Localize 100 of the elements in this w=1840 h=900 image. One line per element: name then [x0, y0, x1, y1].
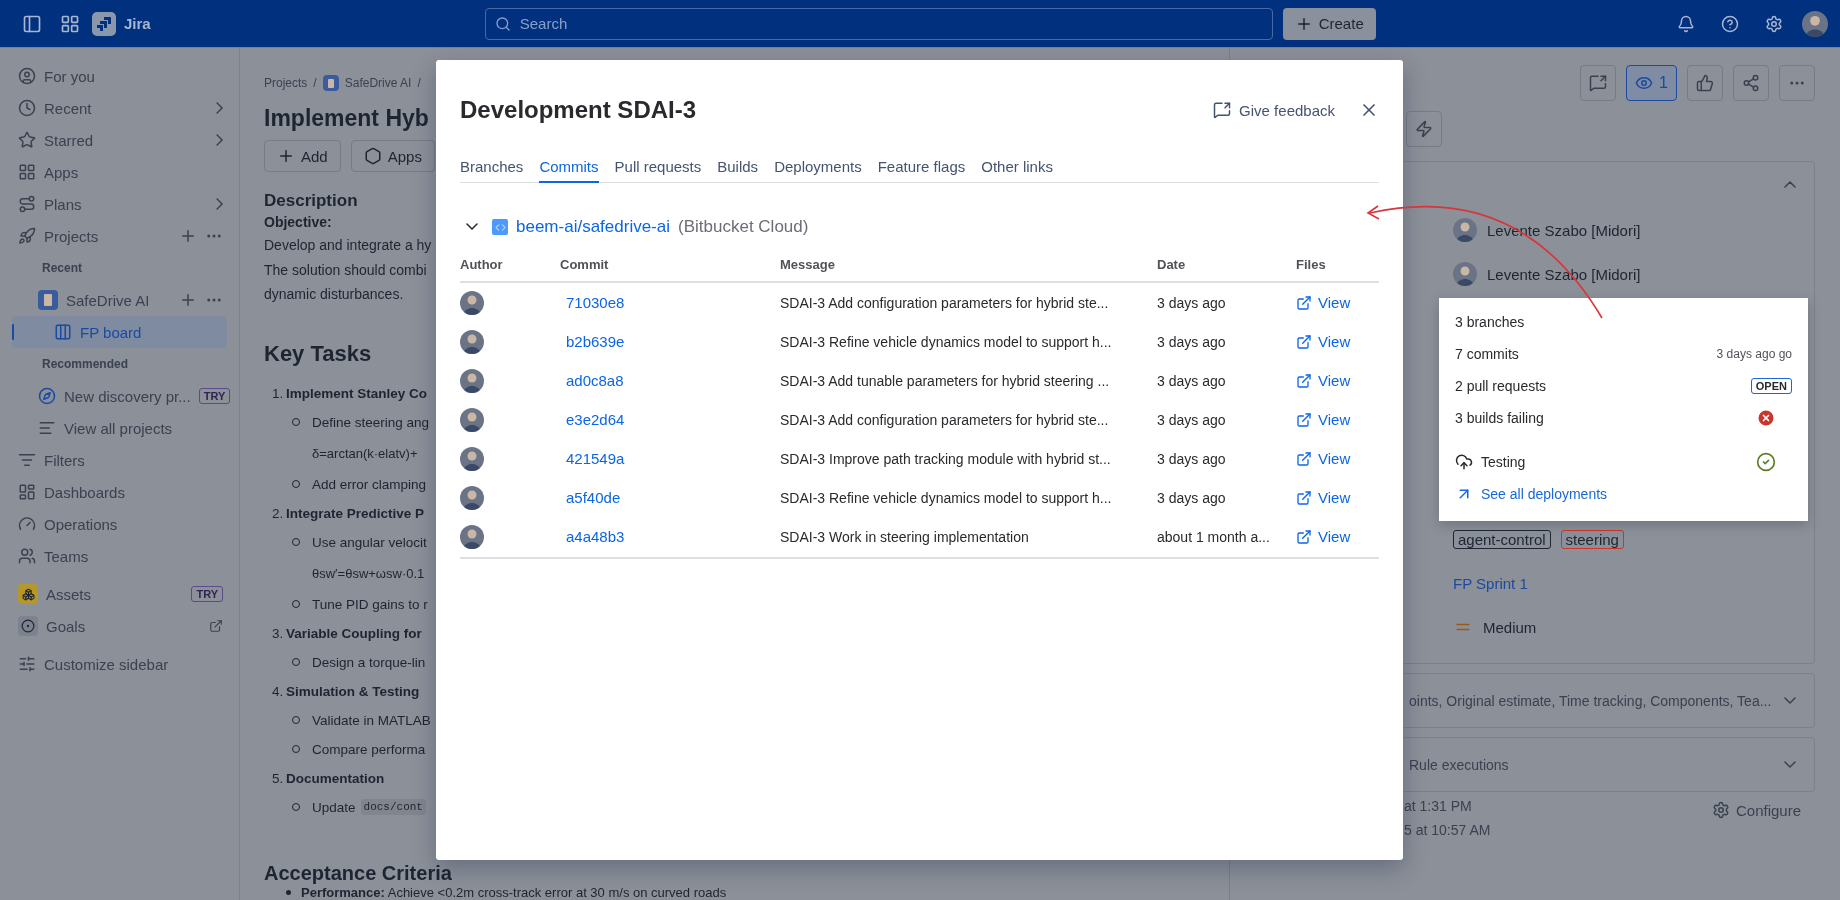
sidebar-item[interactable]: Teams: [12, 540, 227, 572]
plus-icon[interactable]: [179, 227, 197, 245]
tab[interactable]: Deployments: [774, 152, 862, 183]
external-link-icon: [1296, 489, 1312, 506]
section-heading: Acceptance Criteria: [264, 861, 452, 885]
avatar-icon: [1453, 262, 1477, 286]
search-field[interactable]: Search: [484, 7, 1273, 40]
task-step-text: Compare performa: [312, 741, 426, 757]
tab[interactable]: Commits: [539, 152, 599, 183]
sidebar-item[interactable]: SafeDrive AI: [12, 284, 227, 316]
summary-text[interactable]: Testing: [1481, 454, 1748, 470]
sidebar-item[interactable]: Recent: [12, 92, 227, 124]
tab[interactable]: Pull requests: [614, 152, 702, 183]
commit-message: SDAI-3 Refine vehicle dynamics model to support h...: [780, 489, 1113, 506]
sidebar-item[interactable]: Assets TRY: [12, 578, 227, 610]
sidebar-item[interactable]: Filters: [12, 444, 227, 476]
grid-icon: [18, 163, 36, 181]
sidebar-section-heading: Recommended: [41, 356, 130, 373]
external-link-icon[interactable]: [209, 619, 223, 633]
clock-icon: [18, 99, 36, 117]
formula-text: θsw′=θsw+ωsw·0.1: [312, 565, 425, 581]
commit-hash-link[interactable]: b2b639e: [560, 333, 625, 350]
add-button[interactable]: Add: [264, 140, 341, 172]
list-number: 5.: [272, 770, 285, 786]
view-files-link[interactable]: View: [1296, 450, 1380, 467]
chevron-right-icon[interactable]: [215, 134, 223, 146]
sidebar-item[interactable]: Operations: [12, 508, 227, 540]
sliders-icon: [18, 655, 36, 673]
sidebar-item[interactable]: View all projects: [12, 412, 227, 444]
view-files-link[interactable]: View: [1296, 411, 1380, 428]
commit-hash-link[interactable]: 71030e8: [560, 294, 625, 311]
tab[interactable]: Builds: [717, 152, 759, 183]
chevron-right-icon[interactable]: [215, 102, 223, 114]
commit-time-text: 3 days ago go: [1716, 347, 1792, 361]
repository-link[interactable]: beem-ai/safedrive-ai: [516, 217, 670, 237]
avatar-icon: [1453, 218, 1477, 242]
repository-icon: [492, 219, 508, 235]
sidebar-item[interactable]: Projects: [12, 220, 227, 252]
commit-hash-link[interactable]: a4a48b3: [560, 528, 625, 545]
sidebar-item[interactable]: Customize sidebar: [12, 648, 227, 680]
apps-button[interactable]: Apps: [350, 140, 435, 172]
sidebar-item[interactable]: Dashboards: [12, 476, 227, 508]
breadcrumb-link[interactable]: SafeDrive AI: [344, 76, 412, 90]
chevron-up-icon[interactable]: [1784, 181, 1796, 189]
commit-date: about 1 month a...: [1157, 528, 1271, 545]
create-button[interactable]: Create: [1282, 7, 1376, 40]
sidebar-item[interactable]: For you: [12, 60, 227, 92]
author-avatar-icon: [460, 485, 484, 510]
view-files-link[interactable]: View: [1296, 294, 1380, 311]
tab[interactable]: Feature flags: [877, 152, 966, 183]
description-text: dynamic disturbances.: [264, 285, 404, 304]
feedback-icon[interactable]: [1580, 65, 1617, 101]
product-name[interactable]: Jira: [124, 15, 151, 32]
commit-hash-link[interactable]: a5f40de: [560, 489, 621, 506]
task-step-text: Add error clamping: [312, 476, 427, 492]
issue-title: Implement Hyb: [264, 104, 429, 133]
commit-hash-link[interactable]: e3e2d64: [560, 411, 625, 428]
sidebar-item[interactable]: Starred: [12, 124, 227, 156]
eye-icon: [1635, 74, 1654, 92]
tab[interactable]: Other links: [981, 152, 1053, 183]
status-lozenge: OPEN: [1750, 378, 1792, 394]
summary-text[interactable]: 2 pull requests: [1455, 378, 1743, 394]
view-files-link[interactable]: View: [1296, 489, 1380, 506]
commit-hash-link[interactable]: 421549a: [560, 450, 625, 467]
section-heading: Key Tasks: [264, 340, 372, 367]
chevron-right-icon[interactable]: [215, 198, 223, 210]
like-icon[interactable]: [1687, 65, 1723, 101]
dialog-title: Development SDAI-3: [460, 96, 698, 124]
summary-text[interactable]: 7 commits: [1455, 346, 1709, 362]
summary-text[interactable]: 3 builds failing: [1455, 410, 1748, 426]
logo-icon[interactable]: [92, 11, 116, 36]
configure-button[interactable]: Configure: [1705, 796, 1807, 824]
give-feedback-button[interactable]: Give feedback: [1207, 94, 1341, 126]
user-avatar-icon: [1802, 10, 1828, 37]
sidebar-item[interactable]: Plans: [12, 188, 227, 220]
tab[interactable]: Branches: [460, 152, 524, 183]
label-tag[interactable]: steering: [1560, 529, 1624, 549]
see-all-deployments-link[interactable]: See all deployments: [1481, 486, 1608, 502]
commit-message: SDAI-3 Add configuration parameters for hybrid ste...: [780, 294, 1110, 311]
commit-message: SDAI-3 Refine vehicle dynamics model to support h...: [780, 333, 1113, 350]
share-icon[interactable]: [1733, 65, 1769, 101]
external-link-icon: [1296, 294, 1312, 311]
sidebar-item[interactable]: Apps: [12, 156, 227, 188]
sidebar-item[interactable]: Goals: [12, 610, 227, 642]
summary-text[interactable]: 3 branches: [1455, 314, 1792, 330]
view-files-link[interactable]: View: [1296, 528, 1380, 545]
label-tag[interactable]: agent-control: [1453, 529, 1551, 549]
task-step-text: Tune PID gains to r: [312, 596, 428, 612]
plus-icon[interactable]: [179, 291, 197, 309]
view-files-link[interactable]: View: [1296, 372, 1380, 389]
commit-hash-link[interactable]: ad0c8a8: [560, 372, 624, 389]
people-icon: [18, 547, 36, 565]
feedback-icon: [1213, 101, 1232, 119]
breadcrumb-link[interactable]: Projects: [264, 76, 308, 90]
list-number: 2.: [272, 505, 285, 521]
chevron-down-icon[interactable]: [466, 223, 478, 231]
task-step-text: Use angular velocit: [312, 534, 427, 550]
view-files-link[interactable]: View: [1296, 333, 1380, 350]
lightning-icon[interactable]: [1406, 111, 1442, 147]
try-badge: TRY: [198, 388, 231, 404]
